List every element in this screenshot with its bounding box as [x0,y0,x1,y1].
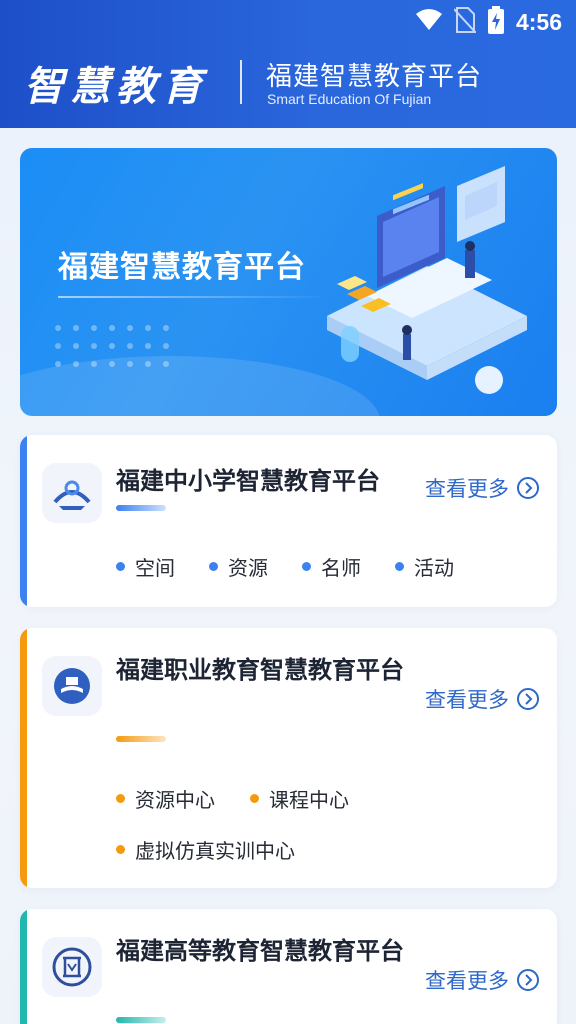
app-header-bar: 4:56 智慧教育 福建智慧教育平台 Smart Education Of Fu… [0,0,576,128]
chevron-right-icon [517,969,539,991]
tag-famous-teachers[interactable]: 名师 [302,552,361,581]
brand-subtitle: Smart Education Of Fujian [267,91,432,107]
card-accent-bar [20,909,27,1024]
view-more-link[interactable]: 查看更多 [425,684,539,714]
banner-dot-grid [55,325,169,367]
brand-title: 福建智慧教育平台 [266,62,483,92]
tag-resources[interactable]: 资源 [209,552,268,581]
higher-education-logo-icon [42,937,102,997]
isometric-laptop-illustration [327,166,527,394]
card-title-underline [116,1017,166,1023]
view-more-label: 查看更多 [425,969,509,993]
banner-title: 福建智慧教育平台 [58,250,306,285]
tag-space[interactable]: 空间 [116,552,175,581]
platform-card-vocational[interactable]: 福建职业教育智慧教育平台 查看更多 资源中心 课程中心 虚拟仿真实训中心 [20,628,557,888]
k12-platform-logo-icon [42,463,102,523]
view-more-link[interactable]: 查看更多 [425,473,539,503]
platform-card-higher-education[interactable]: 福建高等教育智慧教育平台 查看更多 [20,909,557,1024]
status-bar: 4:56 [0,0,576,40]
tag-resource-center[interactable]: 资源中心 [116,784,215,813]
card-accent-bar [20,435,27,607]
tag-course-center[interactable]: 课程中心 [250,784,349,813]
tag-virtual-training-center[interactable]: 虚拟仿真实训中心 [116,835,295,864]
card-title: 福建职业教育智慧教育平台 [116,656,404,684]
card-title: 福建中小学智慧教育平台 [116,467,380,495]
platform-card-k12[interactable]: 福建中小学智慧教育平台 查看更多 空间 资源 名师 活动 [20,435,557,607]
brand-divider [240,60,242,104]
chevron-right-icon [517,688,539,710]
hero-banner[interactable]: 福建智慧教育平台 [20,148,557,416]
view-more-link[interactable]: 查看更多 [425,965,539,995]
chevron-right-icon [517,477,539,499]
battery-charging-icon [487,6,504,38]
card-title: 福建高等教育智慧教育平台 [116,937,404,965]
status-time: 4:56 [515,8,562,35]
banner-divider [58,296,328,298]
no-sim-icon [453,7,477,37]
tag-activities[interactable]: 活动 [395,552,454,581]
card-title-underline [116,505,166,511]
brand-logo: 智慧教育 [24,63,208,110]
view-more-label: 查看更多 [425,477,509,501]
view-more-label: 查看更多 [425,688,509,712]
wifi-icon [415,9,442,35]
vocational-platform-logo-icon [42,656,102,716]
card-accent-bar [20,628,27,888]
brand-header: 智慧教育 福建智慧教育平台 Smart Education Of Fujian [0,50,576,114]
card-title-underline [116,736,166,742]
